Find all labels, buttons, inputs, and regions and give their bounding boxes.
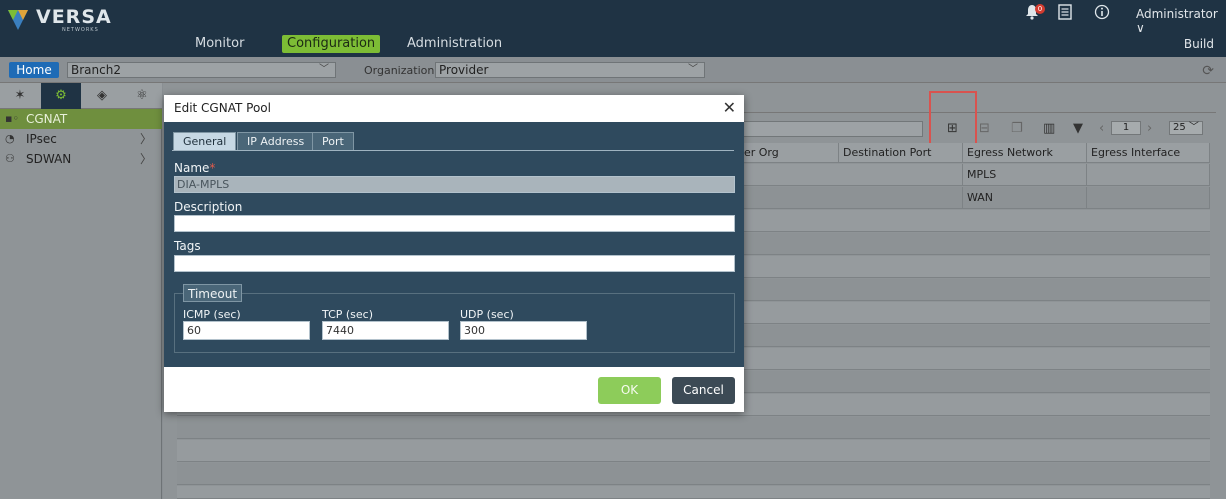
cancel-button[interactable]: Cancel <box>672 377 735 404</box>
brand-name: VERSA <box>36 6 112 28</box>
table-row-empty <box>177 440 1210 462</box>
refresh-icon[interactable]: ⟳ <box>1202 63 1214 79</box>
table-row-empty <box>177 417 1210 439</box>
tasks-list-icon[interactable] <box>1058 4 1072 20</box>
brand-subtitle: NETWORKS <box>62 27 99 33</box>
table-cell: MPLS <box>963 164 1087 186</box>
next-page-icon[interactable]: › <box>1147 121 1152 136</box>
sidebar-item-label: IPsec <box>26 132 57 146</box>
tab-divider <box>172 150 734 151</box>
table-row-empty <box>177 463 1210 485</box>
sidebar-item-cgnat[interactable]: ▪◦ CGNAT <box>0 109 162 129</box>
name-label: Name* <box>174 161 215 175</box>
ipsec-icon: ◔ <box>5 132 15 145</box>
column-header[interactable]: Egress Interface <box>1087 143 1210 163</box>
notification-count-badge: 0 <box>1035 4 1045 14</box>
icmp-timeout-input[interactable]: 60 <box>183 321 310 340</box>
tab-port[interactable]: Port <box>312 132 354 150</box>
columns-icon[interactable]: ▥ <box>1043 121 1055 136</box>
build-link[interactable]: Build <box>1184 37 1214 51</box>
chevron-right-icon: 〉 <box>139 132 152 146</box>
close-icon[interactable]: ✕ <box>723 98 736 117</box>
sdwan-icon: ⚇ <box>5 152 15 165</box>
description-field[interactable] <box>174 215 735 232</box>
organization-select-value: Provider <box>439 63 489 77</box>
nav-configuration[interactable]: Configuration <box>282 35 381 53</box>
others-tab-icon[interactable]: ⚛ <box>122 83 162 109</box>
page-size-value: 25 <box>1173 122 1186 133</box>
description-label: Description <box>174 200 243 214</box>
objects-tab-cube-icon[interactable]: ◈ <box>82 83 122 109</box>
appliance-select-value: Branch2 <box>71 63 121 77</box>
prev-page-icon[interactable]: ‹ <box>1099 121 1104 136</box>
udp-timeout-input[interactable]: 300 <box>460 321 587 340</box>
dialog-title: Edit CGNAT Pool <box>174 101 271 115</box>
chevron-right-icon: 〉 <box>139 152 152 166</box>
organization-select[interactable]: Provider ﹀ <box>435 62 705 78</box>
configuration-tab-gear-icon[interactable]: ⚙ <box>41 83 81 109</box>
tab-ip-address[interactable]: IP Address <box>237 132 315 150</box>
tcp-timeout-input[interactable]: 7440 <box>322 321 449 340</box>
tab-general[interactable]: General <box>173 132 237 150</box>
nav-administration[interactable]: Administration <box>402 35 507 53</box>
sidebar-item-label: CGNAT <box>26 112 68 126</box>
versa-logo[interactable]: VERSA NETWORKS <box>6 4 146 34</box>
timeout-legend: Timeout <box>183 284 243 302</box>
sidebar-item-ipsec[interactable]: ◔ IPsec 〉 <box>0 129 162 149</box>
required-marker: * <box>209 161 216 175</box>
column-header[interactable]: der Org <box>733 143 839 163</box>
page-number-input[interactable]: 1 <box>1111 121 1141 135</box>
context-bar: Home Branch2 ﹀ Organization: Provider ﹀ … <box>0 57 1226 83</box>
dialog-header: Edit CGNAT Pool ✕ <box>164 95 744 122</box>
udp-label: UDP (sec) <box>460 308 514 321</box>
chevron-down-icon: ﹀ <box>688 64 698 75</box>
chevron-down-icon: ﹀ <box>319 64 329 75</box>
info-icon[interactable] <box>1094 4 1110 20</box>
search-input[interactable] <box>743 121 923 137</box>
cgnat-icon: ▪◦ <box>5 112 19 125</box>
tcp-label: TCP (sec) <box>322 308 374 321</box>
delete-icon[interactable]: ⊟ <box>979 121 990 136</box>
network-tab-icon[interactable]: ✶ <box>0 83 40 109</box>
top-navigation-bar: VERSA NETWORKS Monitor Configuration Adm… <box>0 0 1226 57</box>
table-cell <box>839 164 963 186</box>
user-menu[interactable]: Administrator ∨ <box>1136 7 1226 35</box>
page-size-select[interactable]: 25 ﹀ <box>1169 121 1203 135</box>
table-row-empty <box>177 486 1210 499</box>
sidebar-item-label: SDWAN <box>26 152 72 166</box>
left-sidebar: ✶ ⚙ ◈ ⚛ ▪◦ CGNAT ◔ IPsec 〉 ⚇ SDWAN 〉 <box>0 83 162 499</box>
column-header[interactable]: Egress Network <box>963 143 1087 163</box>
column-header[interactable]: Destination Port <box>839 143 963 163</box>
organization-label: Organization: <box>364 64 439 77</box>
table-cell <box>1087 187 1210 209</box>
versa-logo-icon <box>8 10 28 30</box>
name-label-text: Name <box>174 161 210 175</box>
tags-field[interactable] <box>174 255 735 272</box>
edit-cgnat-pool-dialog: Edit CGNAT Pool ✕ General IP Address Por… <box>164 95 744 412</box>
clone-icon[interactable]: ❐ <box>1011 121 1023 136</box>
add-icon[interactable]: ⊞ <box>947 121 958 136</box>
sidebar-tabs: ✶ ⚙ ◈ ⚛ <box>0 83 162 109</box>
sidebar-item-sdwan[interactable]: ⚇ SDWAN 〉 <box>0 149 162 169</box>
ok-button[interactable]: OK <box>598 377 661 404</box>
home-button[interactable]: Home <box>9 62 59 78</box>
table-cell <box>839 187 963 209</box>
table-cell <box>1087 164 1210 186</box>
tags-label: Tags <box>174 239 201 253</box>
filter-icon[interactable]: ▼ <box>1073 121 1083 136</box>
nav-monitor[interactable]: Monitor <box>190 35 249 53</box>
name-field[interactable]: DIA-MPLS <box>174 176 735 193</box>
appliance-select[interactable]: Branch2 ﹀ <box>67 62 336 78</box>
icmp-label: ICMP (sec) <box>183 308 241 321</box>
table-cell: WAN <box>963 187 1087 209</box>
